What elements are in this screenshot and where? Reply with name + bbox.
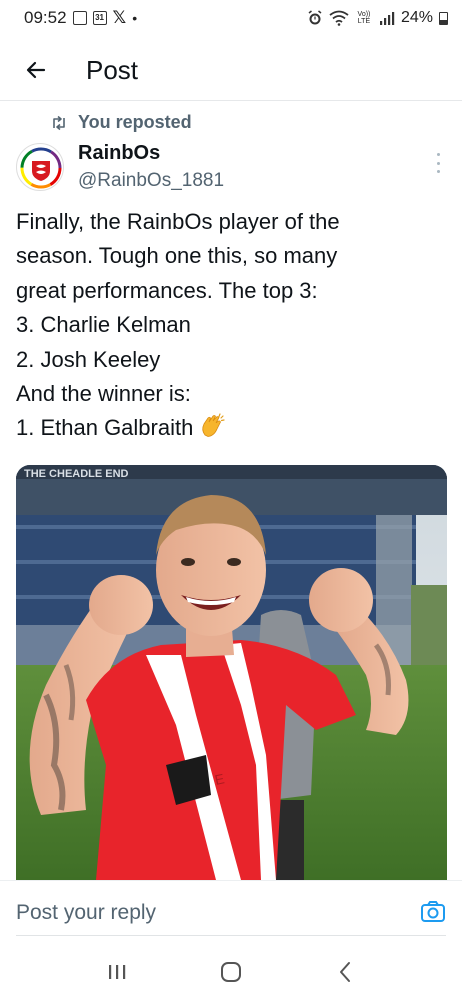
repost-label: You reposted bbox=[78, 112, 192, 132]
header-divider bbox=[0, 100, 462, 101]
avatar[interactable] bbox=[16, 143, 64, 191]
reply-input[interactable]: Post your reply bbox=[16, 901, 156, 925]
recents-icon bbox=[109, 965, 126, 979]
post-text-line: great performances. The top 3: bbox=[16, 277, 318, 303]
battery-percent: 24% bbox=[400, 9, 433, 26]
camera-icon bbox=[421, 901, 445, 922]
post-text-line: season. Tough one this, so many bbox=[16, 243, 338, 269]
post-text-line: Finally, the RainbOs player of the bbox=[16, 209, 340, 234]
more-dot bbox=[436, 153, 440, 156]
post-image[interactable]: THE CHEADLE END E bbox=[16, 465, 447, 880]
post-text-line: 3. Charlie Kelman bbox=[16, 312, 191, 338]
player-celebration-image: THE CHEADLE END E bbox=[16, 465, 447, 880]
reply-underline bbox=[16, 935, 446, 936]
clapping-hands-icon bbox=[202, 413, 225, 438]
home-icon bbox=[221, 962, 241, 982]
top-app-bar: Post bbox=[0, 42, 462, 98]
arrow-left-icon bbox=[26, 61, 46, 79]
stadium-sign: THE CHEADLE END bbox=[24, 468, 129, 480]
volte-icon: Vo)) LTE bbox=[357, 11, 371, 25]
alarm-icon bbox=[308, 10, 322, 25]
status-left: 09:52 31 𝕏 • bbox=[24, 8, 137, 28]
more-dot bbox=[436, 161, 440, 165]
page-title: Post bbox=[86, 54, 139, 85]
camera-button[interactable] bbox=[420, 899, 446, 925]
more-dot bbox=[436, 170, 440, 173]
wifi-icon bbox=[329, 10, 349, 26]
reply-bar: Post your reply bbox=[0, 880, 462, 938]
signal-icon bbox=[379, 12, 395, 25]
status-bar: 09:52 31 𝕏 • Vo)) LTE 24% bbox=[0, 0, 462, 36]
status-time: 09:52 bbox=[24, 8, 67, 27]
author-handle[interactable]: @RainbOs_1881 bbox=[78, 170, 224, 192]
repost-icon bbox=[53, 115, 65, 130]
android-nav-bar bbox=[0, 944, 462, 1000]
author-name[interactable]: RainbOs bbox=[78, 142, 160, 165]
battery-icon bbox=[439, 11, 448, 25]
post-text-line-last: 1. Ethan Galbraith bbox=[16, 411, 446, 445]
recents-button[interactable] bbox=[97, 952, 137, 992]
calendar-icon: 31 bbox=[92, 11, 107, 25]
post-text-line: 1. Ethan Galbraith bbox=[16, 415, 194, 441]
nav-back-icon bbox=[340, 962, 350, 982]
nav-back-button[interactable] bbox=[325, 952, 365, 992]
gallery-icon bbox=[72, 11, 87, 25]
post-text-line: 2. Josh Keeley bbox=[16, 346, 161, 372]
status-right: Vo)) LTE 24% bbox=[307, 9, 448, 27]
x-logo-icon: 𝕏 bbox=[112, 8, 127, 27]
post-text: Finally, the RainbOs player of the seaso… bbox=[16, 205, 446, 446]
back-button[interactable] bbox=[16, 50, 56, 90]
repost-indicator: You reposted bbox=[50, 112, 192, 133]
more-options-button[interactable] bbox=[430, 153, 446, 173]
rainbow-crest-icon bbox=[20, 147, 62, 189]
home-button[interactable] bbox=[211, 952, 251, 992]
dot-icon: • bbox=[132, 10, 138, 26]
post-text-line: And the winner is: bbox=[16, 381, 191, 407]
